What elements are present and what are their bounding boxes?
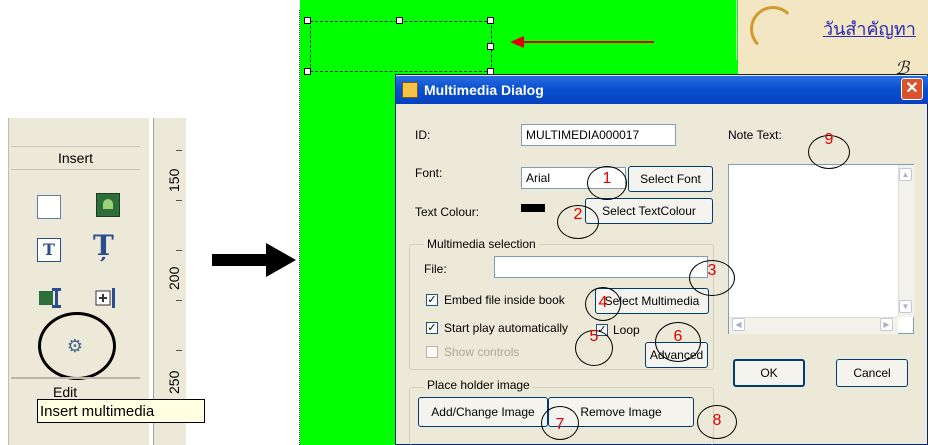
note-text-label: Note Text: xyxy=(728,128,782,142)
picture-column-icon[interactable] xyxy=(37,285,63,311)
ornament-icon xyxy=(750,6,796,52)
blank-frame-icon[interactable] xyxy=(37,195,61,219)
resize-handle[interactable] xyxy=(304,68,311,75)
annotation-number: 8 xyxy=(712,412,722,429)
id-field[interactable]: MULTIMEDIA000017 xyxy=(521,124,676,146)
ok-button[interactable]: OK xyxy=(733,359,805,387)
id-label: ID: xyxy=(415,128,431,142)
ruler-tick xyxy=(176,200,182,201)
ruler-tick xyxy=(176,150,182,151)
show-controls-checkbox[interactable] xyxy=(426,346,438,358)
annotation-number: 7 xyxy=(555,416,565,433)
font-label: Font: xyxy=(415,166,443,180)
page-divider xyxy=(736,0,737,60)
autoplay-label: Start play automatically xyxy=(444,321,569,335)
ruler-tick xyxy=(176,250,182,251)
scroll-down-icon[interactable]: ▼ xyxy=(899,300,912,313)
embed-checkbox[interactable]: ✓ xyxy=(426,294,438,306)
annotation-number: 3 xyxy=(707,262,717,279)
page-margin-guide xyxy=(299,10,300,445)
transition-arrow-icon xyxy=(212,243,296,277)
text-column-icon[interactable]: Ț xyxy=(93,232,114,260)
section-divider xyxy=(11,377,140,379)
placeholder-image-title: Place holder image xyxy=(424,378,533,392)
annotation-number: 1 xyxy=(602,170,612,187)
insert-section-header: Insert xyxy=(11,146,140,170)
page-heading: วันสำคัญทา xyxy=(823,19,916,40)
scroll-left-icon[interactable]: ◀ xyxy=(732,318,745,331)
embed-label: Embed file inside book xyxy=(444,293,565,307)
ruler-label: 150 xyxy=(166,168,182,192)
add-column-icon[interactable] xyxy=(93,285,119,311)
ruler-tick xyxy=(176,300,182,301)
cancel-button[interactable]: Cancel xyxy=(836,359,908,387)
note-text-area[interactable] xyxy=(728,164,914,334)
annotation-number: 6 xyxy=(673,328,683,345)
pointer-arrow-icon xyxy=(510,36,654,48)
dialog-title: Multimedia Dialog xyxy=(424,82,544,98)
horizontal-scrollbar[interactable] xyxy=(729,317,898,334)
highlight-circle xyxy=(38,312,116,380)
file-label: File: xyxy=(424,262,447,276)
resize-handle[interactable] xyxy=(487,17,494,24)
text-colour-label: Text Colour: xyxy=(415,205,480,219)
show-controls-label: Show controls xyxy=(444,345,520,359)
annotation-number: 9 xyxy=(824,131,834,148)
scroll-up-icon[interactable]: ▲ xyxy=(899,168,912,181)
app-icon xyxy=(402,82,418,98)
resize-handle[interactable] xyxy=(304,17,311,24)
autoplay-checkbox[interactable]: ✓ xyxy=(426,322,438,334)
vertical-scrollbar[interactable] xyxy=(898,165,914,317)
text-box-icon[interactable]: T xyxy=(37,238,61,262)
tooltip: Insert multimedia xyxy=(37,399,205,423)
text-colour-swatch xyxy=(521,204,545,212)
picture-icon[interactable] xyxy=(96,193,120,217)
ruler-label: 200 xyxy=(166,266,182,290)
select-text-colour-button[interactable]: Select TextColour xyxy=(585,198,713,224)
annotation-number: 5 xyxy=(589,328,599,345)
resize-handle[interactable] xyxy=(396,17,403,24)
ruler-label: 250 xyxy=(166,370,182,394)
loop-label: Loop xyxy=(613,323,640,337)
annotation-number: 4 xyxy=(598,294,608,311)
resize-handle[interactable] xyxy=(487,43,494,50)
multimedia-placeholder-frame[interactable] xyxy=(310,21,492,72)
close-button[interactable]: ✕ xyxy=(901,78,923,100)
multimedia-selection-title: Multimedia selection xyxy=(424,237,539,251)
select-font-button[interactable]: Select Font xyxy=(628,166,713,192)
annotation-number: 2 xyxy=(573,206,583,223)
add-change-image-button[interactable]: Add/Change Image xyxy=(418,397,548,427)
edit-section-header: Edit xyxy=(53,384,78,400)
file-field[interactable] xyxy=(494,256,708,278)
ruler-tick xyxy=(176,350,182,351)
scroll-right-icon[interactable]: ▶ xyxy=(880,318,893,331)
